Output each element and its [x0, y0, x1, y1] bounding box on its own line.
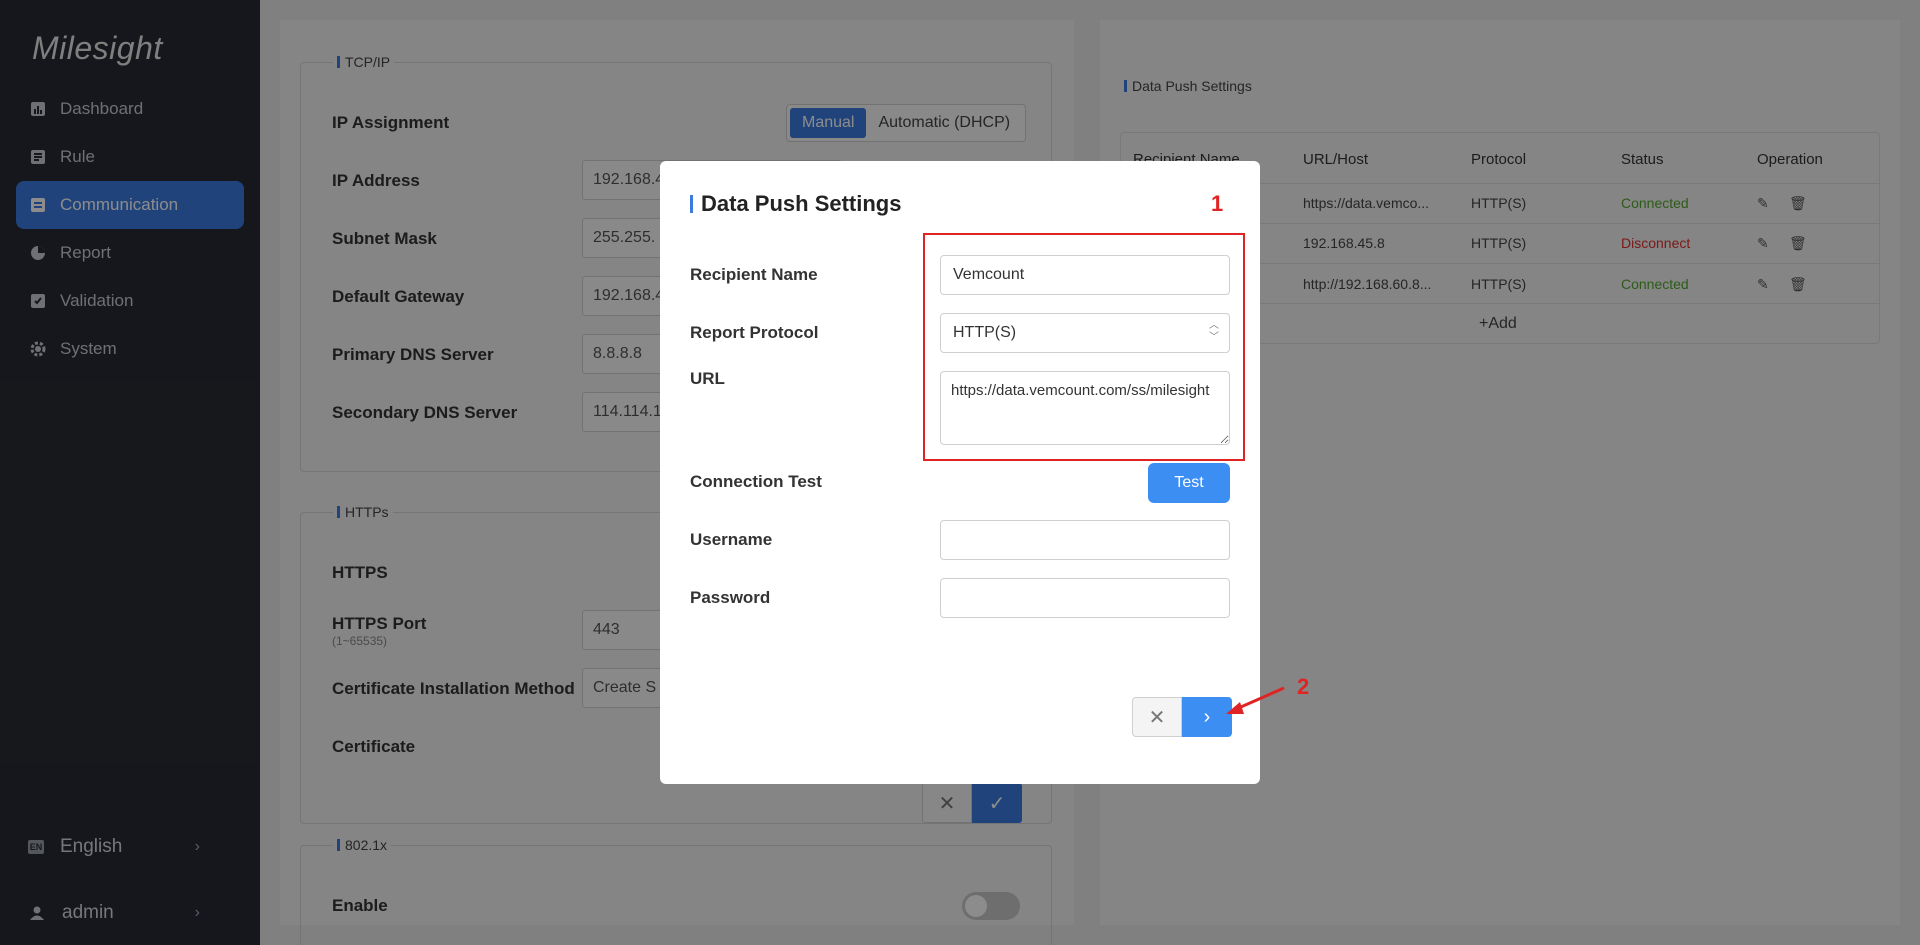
annotation-number: 1: [1211, 191, 1224, 216]
url-label: URL: [690, 369, 725, 388]
annotation-highlight-box: [923, 233, 1245, 461]
password-label: Password: [690, 588, 771, 607]
annotation-arrow-icon: [1226, 686, 1285, 714]
report-protocol-label: Report Protocol: [690, 323, 819, 342]
password-input[interactable]: [940, 578, 1230, 618]
connection-test-label: Connection Test: [690, 472, 822, 491]
username-label: Username: [690, 530, 773, 549]
close-icon: ✕: [1148, 706, 1166, 729]
annotation-number: 2: [1297, 674, 1310, 699]
close-button[interactable]: ✕: [1132, 697, 1182, 737]
recipient-name-label: Recipient Name: [690, 265, 818, 284]
dialog-actions: ✕ ›: [1132, 697, 1232, 737]
username-input[interactable]: [940, 520, 1230, 560]
chevron-right-icon: ›: [1203, 705, 1211, 728]
dialog-title: Data Push Settings: [690, 191, 901, 217]
test-button[interactable]: Test: [1148, 463, 1230, 503]
